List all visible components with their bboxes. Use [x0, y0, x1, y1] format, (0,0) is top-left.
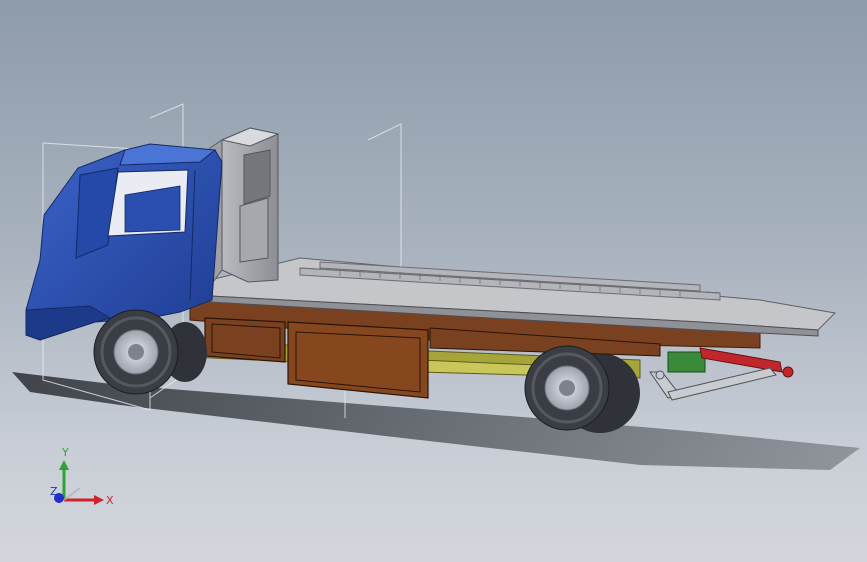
toolbox-main	[287, 321, 429, 399]
tow-lift-arm	[649, 367, 777, 401]
y-axis-arrowhead	[59, 460, 69, 470]
front-wheel	[93, 309, 207, 395]
y-axis-label: Y	[61, 446, 69, 459]
z-axis-label: Z	[50, 485, 58, 498]
rear-wheel	[524, 345, 610, 431]
x-axis-label: X	[106, 494, 114, 507]
valve-block	[667, 351, 706, 373]
x-axis-arrowhead	[94, 495, 104, 505]
hydraulic-cylinder	[699, 347, 794, 378]
truck-model[interactable]	[0, 0, 867, 562]
headboard-tower	[209, 127, 280, 288]
coordinate-triad: Y X Z	[50, 446, 114, 507]
cad-viewport[interactable]: Y X Z	[0, 0, 867, 562]
